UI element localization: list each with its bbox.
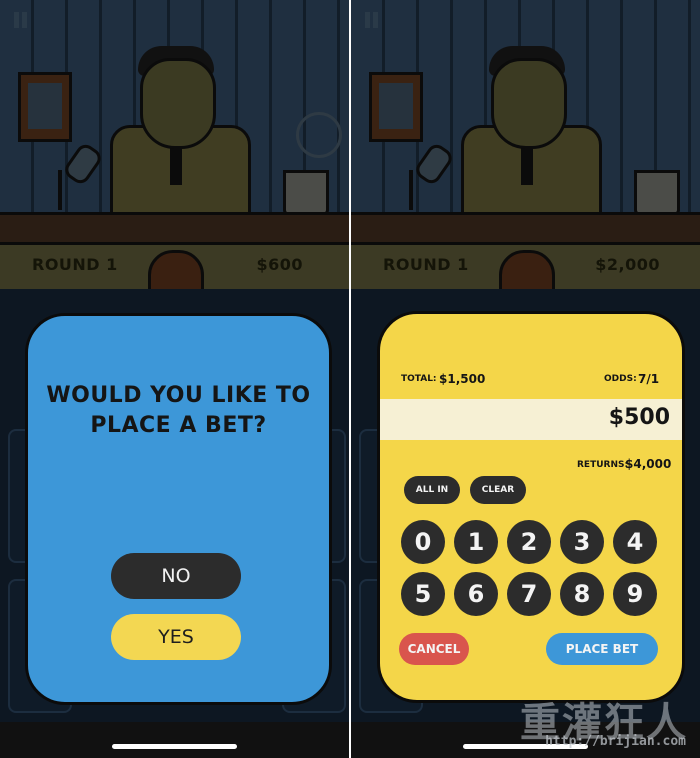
home-indicator[interactable] xyxy=(112,744,237,749)
key-3[interactable]: 3 xyxy=(560,520,604,564)
key-1[interactable]: 1 xyxy=(454,520,498,564)
yes-button[interactable]: YES xyxy=(111,614,241,660)
place-bet-button[interactable]: PLACE BET xyxy=(546,633,658,665)
left-screen: ROUND 1 $600 WOULD YOU LIKE TO PLACE A B… xyxy=(0,0,349,758)
dialog-question-line1: WOULD YOU LIKE TO xyxy=(46,383,311,408)
money-label: $600 xyxy=(256,255,303,274)
round-label: ROUND 1 xyxy=(32,255,118,274)
key-8[interactable]: 8 xyxy=(560,572,604,616)
all-in-button[interactable]: ALL IN xyxy=(404,476,460,504)
key-2[interactable]: 2 xyxy=(507,520,551,564)
odds-label: ODDS: xyxy=(604,374,637,384)
watermark-url: http://brijian.com xyxy=(545,734,686,749)
key-7[interactable]: 7 xyxy=(507,572,551,616)
key-9[interactable]: 9 xyxy=(613,572,657,616)
key-5[interactable]: 5 xyxy=(401,572,445,616)
pause-icon[interactable] xyxy=(365,12,379,28)
total-value: $1,500 xyxy=(439,372,486,386)
microphone-icon xyxy=(48,140,105,210)
desk xyxy=(0,212,349,245)
desk xyxy=(351,212,700,245)
key-6[interactable]: 6 xyxy=(454,572,498,616)
picture-frame-icon xyxy=(369,72,423,142)
microphone-icon xyxy=(399,140,456,210)
host-illustration xyxy=(461,46,602,221)
odds-value: 7/1 xyxy=(638,372,660,386)
key-0[interactable]: 0 xyxy=(401,520,445,564)
host-illustration xyxy=(110,46,251,221)
round-label: ROUND 1 xyxy=(383,255,469,274)
watermark: 重灌狂人 http://brijian.com xyxy=(475,690,700,758)
dialog-question-line2: PLACE A BET? xyxy=(90,413,267,438)
key-4[interactable]: 4 xyxy=(613,520,657,564)
bet-panel: TOTAL: $1,500 ODDS: 7/1 $500 RETURNS: $4… xyxy=(377,311,685,703)
returns-value: $4,000 xyxy=(625,457,672,471)
bet-amount: $500 xyxy=(608,405,670,430)
total-label: TOTAL: xyxy=(401,374,437,384)
bet-prompt-dialog: WOULD YOU LIKE TO PLACE A BET? NO YES xyxy=(25,313,332,705)
no-button[interactable]: NO xyxy=(111,553,241,599)
right-screen: ROUND 1 $2,000 TOTAL: $1,500 ODDS: 7/1 $… xyxy=(351,0,700,758)
picture-frame-icon xyxy=(18,72,72,142)
mug-icon xyxy=(634,170,680,216)
returns-label: RETURNS: xyxy=(577,460,629,470)
bet-amount-display: $500 xyxy=(380,399,682,440)
dialog-question: WOULD YOU LIKE TO PLACE A BET? xyxy=(28,381,329,441)
pause-icon[interactable] xyxy=(14,12,28,28)
bottom-bar xyxy=(0,722,349,758)
cancel-button[interactable]: CANCEL xyxy=(399,633,469,665)
clear-button[interactable]: CLEAR xyxy=(470,476,526,504)
mug-icon xyxy=(283,170,329,216)
steam-icon xyxy=(296,112,342,158)
money-label: $2,000 xyxy=(595,255,660,274)
